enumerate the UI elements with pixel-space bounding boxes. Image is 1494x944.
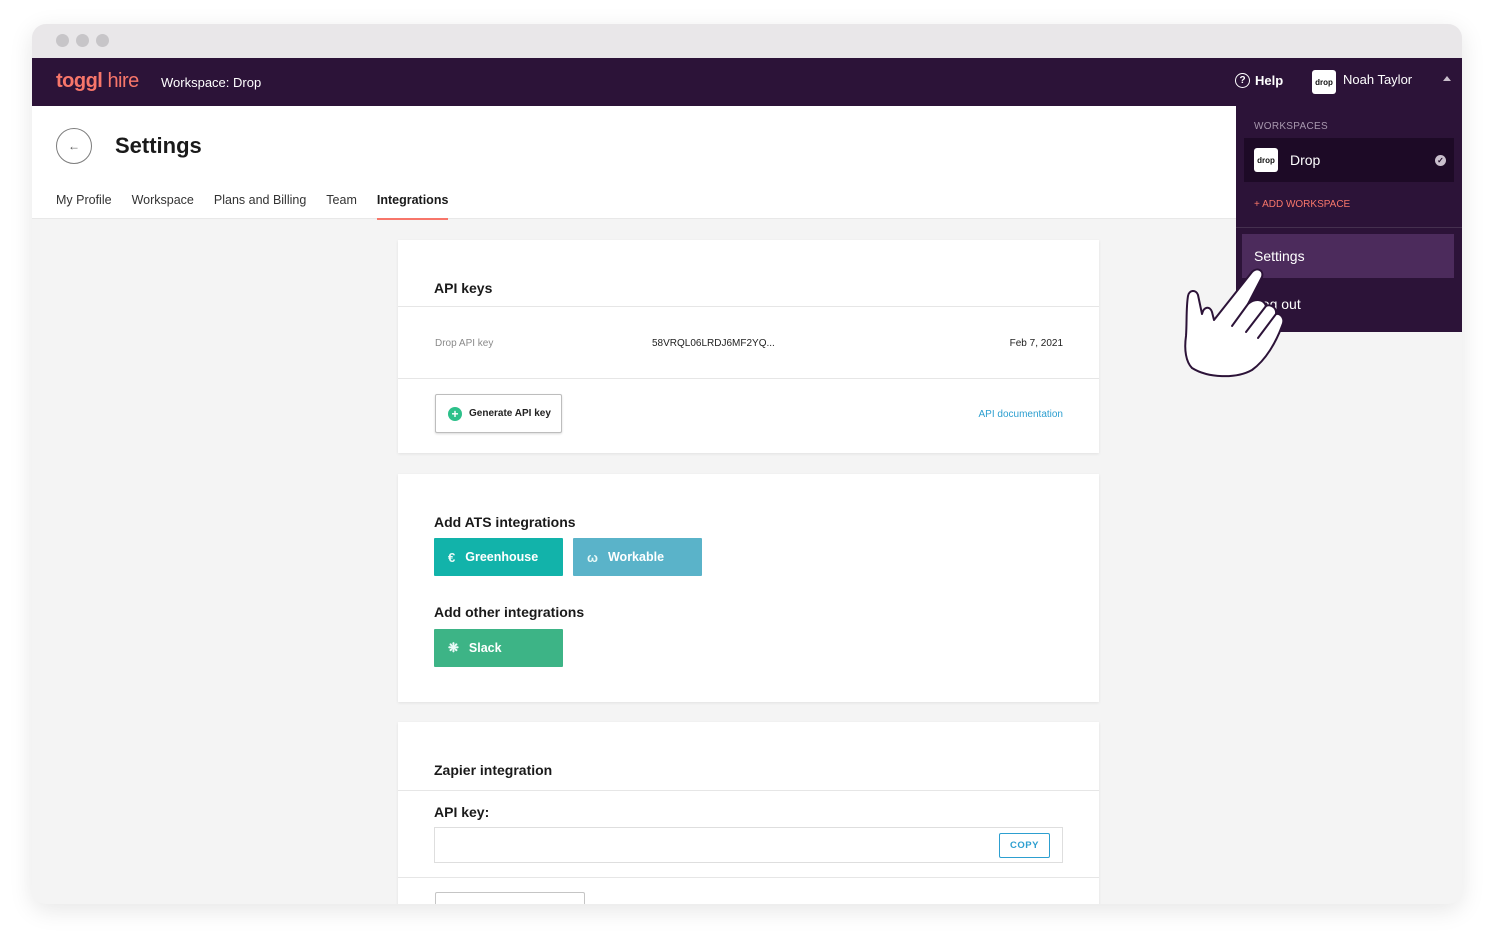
page-title: Settings	[115, 133, 202, 158]
zapier-api-key-field[interactable]: COPY	[434, 827, 1063, 863]
help-button[interactable]: ? Help	[1235, 73, 1283, 88]
top-navigation-bar: toggl hire Workspace: Drop ? Help drop N…	[32, 58, 1462, 106]
settings-tabs: My Profile Workspace Plans and Billing T…	[56, 193, 468, 220]
other-integrations-title: Add other integrations	[434, 604, 585, 620]
workspace-item-drop[interactable]: drop Drop ✓	[1244, 138, 1454, 182]
workable-button[interactable]: ω Workable	[573, 538, 702, 576]
workable-label: Workable	[607, 550, 665, 564]
divider	[398, 306, 1099, 307]
api-keys-card: API keys Drop API key 58VRQL06LRDJ6MF2YQ…	[398, 240, 1099, 453]
divider	[398, 790, 1099, 791]
api-key-value: 58VRQL06LRDJ6MF2YQ...	[652, 338, 775, 349]
slack-icon: ❋	[448, 640, 459, 655]
zapier-title: Zapier integration	[434, 762, 553, 778]
user-name[interactable]: Noah Taylor	[1343, 72, 1412, 87]
greenhouse-icon: €	[448, 549, 456, 565]
generate-api-key-label: Generate API key	[469, 408, 551, 419]
logo-toggl-text: toggl	[56, 70, 103, 92]
back-button[interactable]: ←	[56, 128, 92, 164]
pointer-hand-icon	[1184, 268, 1285, 378]
check-circle-icon: ✓	[1435, 155, 1446, 166]
greenhouse-button[interactable]: € Greenhouse	[434, 538, 563, 576]
api-key-label: Drop API key	[435, 338, 494, 349]
window-chrome	[32, 24, 1462, 58]
integrations-card: Add ATS integrations € Greenhouse ω Work…	[398, 474, 1099, 702]
zapier-api-key-label: API key:	[434, 804, 490, 820]
window-dot-maximize[interactable]	[96, 34, 109, 47]
arrow-left-icon: ←	[68, 139, 80, 153]
dropdown-divider	[1236, 227, 1462, 228]
ats-integrations-title: Add ATS integrations	[434, 514, 576, 530]
user-avatar[interactable]: drop	[1312, 70, 1336, 94]
divider	[398, 378, 1099, 379]
logo-hire-text: hire	[107, 70, 139, 92]
api-key-date: Feb 7, 2021	[1009, 338, 1063, 349]
generate-api-key-button[interactable]: + Generate API key	[435, 394, 562, 433]
tab-plans-and-billing[interactable]: Plans and Billing	[214, 193, 306, 220]
tab-integrations[interactable]: Integrations	[376, 193, 449, 220]
zapier-action-button[interactable]	[435, 892, 585, 904]
zapier-card: Zapier integration API key: COPY	[398, 722, 1099, 904]
workable-icon: ω	[587, 549, 598, 565]
plus-circle-icon: +	[448, 406, 462, 421]
window-dot-close[interactable]	[56, 34, 69, 47]
slack-label: Slack	[468, 641, 502, 655]
caret-up-icon[interactable]	[1443, 76, 1451, 81]
toggl-hire-logo[interactable]: toggl hire	[56, 70, 139, 93]
workspaces-section-label: WORKSPACES	[1254, 121, 1328, 132]
help-label: Help	[1255, 73, 1284, 88]
api-documentation-link[interactable]: API documentation	[979, 409, 1064, 420]
api-keys-title: API keys	[434, 280, 493, 296]
greenhouse-label: Greenhouse	[465, 550, 539, 564]
tab-my-profile[interactable]: My Profile	[56, 193, 112, 220]
divider	[398, 877, 1099, 878]
current-workspace-label: Workspace: Drop	[161, 75, 262, 90]
add-workspace-button[interactable]: + ADD WORKSPACE	[1254, 199, 1350, 210]
copy-button[interactable]: COPY	[999, 833, 1050, 858]
workspace-avatar: drop	[1254, 148, 1278, 172]
help-icon: ?	[1235, 73, 1250, 88]
slack-button[interactable]: ❋ Slack	[434, 629, 563, 667]
workspace-name: Drop	[1290, 152, 1321, 168]
tab-workspace[interactable]: Workspace	[132, 193, 194, 220]
browser-window: toggl hire Workspace: Drop ? Help drop N…	[32, 24, 1462, 904]
window-dot-minimize[interactable]	[76, 34, 89, 47]
tab-team[interactable]: Team	[326, 193, 357, 220]
